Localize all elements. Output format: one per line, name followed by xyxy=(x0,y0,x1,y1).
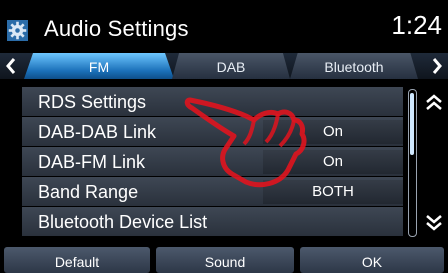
default-button[interactable]: Default xyxy=(4,247,150,273)
scroll-down-icon[interactable] xyxy=(424,210,444,234)
row-label: Band Range xyxy=(38,182,139,202)
bottom-bar: Default Sound OK xyxy=(0,247,448,273)
tab-prev-arrow-icon[interactable] xyxy=(0,53,22,79)
tab-bar: FM DAB Bluetooth xyxy=(0,53,448,79)
row-label: Bluetooth Device List xyxy=(38,212,208,232)
row-label: DAB-DAB Link xyxy=(38,122,157,142)
tab-dab[interactable]: DAB xyxy=(172,53,290,79)
scrollbar-thumb[interactable] xyxy=(410,93,414,155)
audio-settings-screen: Audio Settings 1:24 FM DAB Bluetooth RDS… xyxy=(0,0,448,273)
tab-fm[interactable]: FM xyxy=(24,53,174,79)
row-label: RDS Settings xyxy=(38,92,147,112)
header-bar: Audio Settings 1:24 xyxy=(0,4,448,50)
scroll-up-icon[interactable] xyxy=(424,91,444,115)
list-item-bluetooth-device-list[interactable]: Bluetooth Device List xyxy=(22,207,403,237)
row-label: DAB-FM Link xyxy=(38,152,146,172)
tab-bluetooth[interactable]: Bluetooth xyxy=(290,53,418,79)
pointing-hand-icon xyxy=(184,97,307,188)
tab-next-arrow-icon[interactable] xyxy=(426,53,448,79)
settings-gear-icon xyxy=(7,20,28,41)
sound-button[interactable]: Sound xyxy=(156,247,294,273)
page-title: Audio Settings xyxy=(44,16,189,41)
ok-button[interactable]: OK xyxy=(300,247,444,273)
clock: 1:24 xyxy=(391,10,442,40)
